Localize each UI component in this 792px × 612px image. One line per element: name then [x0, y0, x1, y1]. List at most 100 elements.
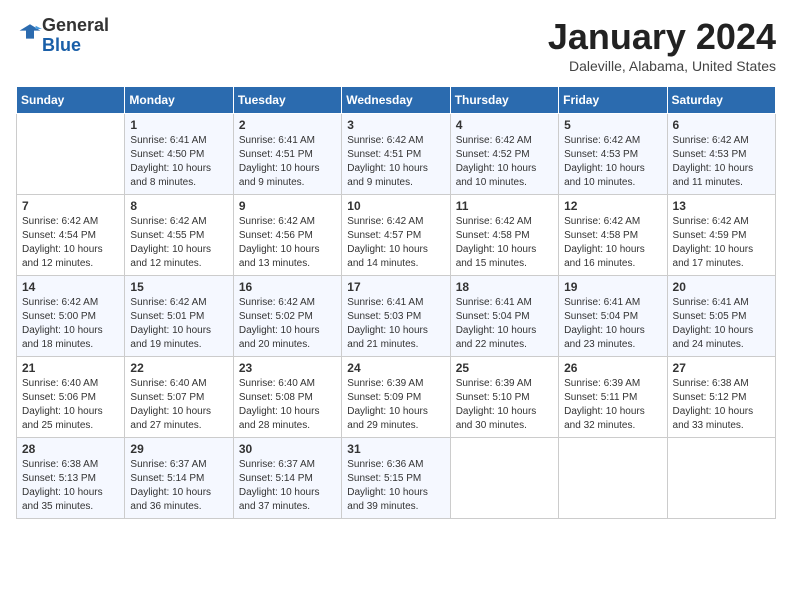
day-number: 31	[347, 442, 444, 456]
weekday-header: Saturday	[667, 87, 775, 114]
day-info: Sunrise: 6:41 AM Sunset: 5:04 PM Dayligh…	[456, 296, 553, 352]
day-info: Sunrise: 6:41 AM Sunset: 5:03 PM Dayligh…	[347, 296, 444, 352]
day-number: 30	[239, 442, 336, 456]
calendar-cell: 3 Sunrise: 6:42 AM Sunset: 4:51 PM Daylig…	[342, 114, 450, 195]
calendar-cell: 4Sunrise: 6:42 AM Sunset: 4:52 PM Daylig…	[450, 114, 558, 195]
day-info: Sunrise: 6:41 AM Sunset: 5:04 PM Dayligh…	[564, 296, 661, 352]
calendar-cell	[450, 438, 558, 519]
calendar-week-row: 28 Sunrise: 6:38 AM Sunset: 5:13 PM Dayli…	[17, 438, 776, 519]
calendar-cell: 27 Sunrise: 6:38 AM Sunset: 5:12 PM Dayli…	[667, 357, 775, 438]
day-number: 18	[456, 280, 553, 294]
logo-general-text: General	[42, 15, 109, 35]
day-info: Sunrise: 6:42 AM Sunset: 4:57 PM Dayligh…	[347, 215, 444, 271]
weekday-header: Friday	[559, 87, 667, 114]
day-info: Sunrise: 6:39 AM Sunset: 5:11 PM Dayligh…	[564, 377, 661, 433]
logo: General Blue	[16, 16, 109, 56]
calendar-cell: 17 Sunrise: 6:41 AM Sunset: 5:03 PM Dayli…	[342, 276, 450, 357]
location: Daleville, Alabama, United States	[548, 58, 776, 74]
calendar-cell: 28 Sunrise: 6:38 AM Sunset: 5:13 PM Dayli…	[17, 438, 125, 519]
day-info: Sunrise: 6:42 AM Sunset: 4:59 PM Dayligh…	[673, 215, 770, 271]
day-info: Sunrise: 6:41 AM Sunset: 4:50 PM Dayligh…	[130, 134, 227, 190]
calendar-cell: 29 Sunrise: 6:37 AM Sunset: 5:14 PM Dayli…	[125, 438, 233, 519]
calendar-cell	[17, 114, 125, 195]
calendar-cell: 25 Sunrise: 6:39 AM Sunset: 5:10 PM Dayli…	[450, 357, 558, 438]
weekday-header: Sunday	[17, 87, 125, 114]
month-title: January 2024	[548, 16, 776, 58]
title-block: January 2024 Daleville, Alabama, United …	[548, 16, 776, 74]
day-number: 1	[130, 118, 227, 132]
calendar-cell: 9 Sunrise: 6:42 AM Sunset: 4:56 PM Daylig…	[233, 195, 341, 276]
calendar-cell: 21 Sunrise: 6:40 AM Sunset: 5:06 PM Dayli…	[17, 357, 125, 438]
calendar-cell: 12 Sunrise: 6:42 AM Sunset: 4:58 PM Dayli…	[559, 195, 667, 276]
day-info: Sunrise: 6:42 AM Sunset: 4:56 PM Dayligh…	[239, 215, 336, 271]
day-number: 16	[239, 280, 336, 294]
day-info: Sunrise: 6:42 AM Sunset: 5:00 PM Dayligh…	[22, 296, 119, 352]
day-info: Sunrise: 6:37 AM Sunset: 5:14 PM Dayligh…	[130, 458, 227, 514]
day-number: 20	[673, 280, 770, 294]
day-info: Sunrise: 6:42 AM Sunset: 5:01 PM Dayligh…	[130, 296, 227, 352]
day-number: 4	[456, 118, 553, 132]
day-number: 27	[673, 361, 770, 375]
calendar-week-row: 7 Sunrise: 6:42 AM Sunset: 4:54 PM Daylig…	[17, 195, 776, 276]
day-number: 19	[564, 280, 661, 294]
day-number: 29	[130, 442, 227, 456]
day-number: 8	[130, 199, 227, 213]
calendar-week-row: 14 Sunrise: 6:42 AM Sunset: 5:00 PM Dayli…	[17, 276, 776, 357]
day-info: Sunrise: 6:40 AM Sunset: 5:07 PM Dayligh…	[130, 377, 227, 433]
day-info: Sunrise: 6:42 AM Sunset: 4:51 PM Dayligh…	[347, 134, 444, 190]
day-number: 13	[673, 199, 770, 213]
day-info: Sunrise: 6:42 AM Sunset: 4:54 PM Dayligh…	[22, 215, 119, 271]
calendar-cell: 19 Sunrise: 6:41 AM Sunset: 5:04 PM Dayli…	[559, 276, 667, 357]
day-number: 24	[347, 361, 444, 375]
day-info: Sunrise: 6:42 AM Sunset: 4:58 PM Dayligh…	[564, 215, 661, 271]
calendar-header-row: SundayMondayTuesdayWednesdayThursdayFrid…	[17, 87, 776, 114]
day-number: 7	[22, 199, 119, 213]
calendar-cell: 7 Sunrise: 6:42 AM Sunset: 4:54 PM Daylig…	[17, 195, 125, 276]
calendar-cell: 14 Sunrise: 6:42 AM Sunset: 5:00 PM Dayli…	[17, 276, 125, 357]
calendar-cell: 23 Sunrise: 6:40 AM Sunset: 5:08 PM Dayli…	[233, 357, 341, 438]
day-number: 23	[239, 361, 336, 375]
day-number: 2	[239, 118, 336, 132]
calendar-cell: 24 Sunrise: 6:39 AM Sunset: 5:09 PM Dayli…	[342, 357, 450, 438]
calendar-cell: 8Sunrise: 6:42 AM Sunset: 4:55 PM Daylig…	[125, 195, 233, 276]
calendar-cell	[559, 438, 667, 519]
day-number: 26	[564, 361, 661, 375]
calendar-cell: 31Sunrise: 6:36 AM Sunset: 5:15 PM Dayli…	[342, 438, 450, 519]
day-number: 15	[130, 280, 227, 294]
day-number: 28	[22, 442, 119, 456]
day-info: Sunrise: 6:39 AM Sunset: 5:10 PM Dayligh…	[456, 377, 553, 433]
day-info: Sunrise: 6:42 AM Sunset: 4:58 PM Dayligh…	[456, 215, 553, 271]
calendar-cell: 10Sunrise: 6:42 AM Sunset: 4:57 PM Dayli…	[342, 195, 450, 276]
day-number: 21	[22, 361, 119, 375]
day-info: Sunrise: 6:41 AM Sunset: 5:05 PM Dayligh…	[673, 296, 770, 352]
day-info: Sunrise: 6:40 AM Sunset: 5:06 PM Dayligh…	[22, 377, 119, 433]
day-info: Sunrise: 6:42 AM Sunset: 4:53 PM Dayligh…	[564, 134, 661, 190]
day-info: Sunrise: 6:42 AM Sunset: 5:02 PM Dayligh…	[239, 296, 336, 352]
logo-blue-text: Blue	[42, 35, 81, 55]
day-number: 12	[564, 199, 661, 213]
calendar-week-row: 1 Sunrise: 6:41 AM Sunset: 4:50 PM Daylig…	[17, 114, 776, 195]
calendar-cell: 22Sunrise: 6:40 AM Sunset: 5:07 PM Dayli…	[125, 357, 233, 438]
calendar-table: SundayMondayTuesdayWednesdayThursdayFrid…	[16, 86, 776, 519]
day-number: 25	[456, 361, 553, 375]
calendar-cell: 2Sunrise: 6:41 AM Sunset: 4:51 PM Daylig…	[233, 114, 341, 195]
day-number: 3	[347, 118, 444, 132]
day-info: Sunrise: 6:37 AM Sunset: 5:14 PM Dayligh…	[239, 458, 336, 514]
day-info: Sunrise: 6:38 AM Sunset: 5:12 PM Dayligh…	[673, 377, 770, 433]
calendar-cell: 11 Sunrise: 6:42 AM Sunset: 4:58 PM Dayli…	[450, 195, 558, 276]
day-info: Sunrise: 6:39 AM Sunset: 5:09 PM Dayligh…	[347, 377, 444, 433]
day-number: 17	[347, 280, 444, 294]
calendar-cell: 6Sunrise: 6:42 AM Sunset: 4:53 PM Daylig…	[667, 114, 775, 195]
calendar-cell: 18 Sunrise: 6:41 AM Sunset: 5:04 PM Dayli…	[450, 276, 558, 357]
weekday-header: Wednesday	[342, 87, 450, 114]
day-info: Sunrise: 6:42 AM Sunset: 4:53 PM Dayligh…	[673, 134, 770, 190]
day-number: 9	[239, 199, 336, 213]
day-number: 11	[456, 199, 553, 213]
day-info: Sunrise: 6:38 AM Sunset: 5:13 PM Dayligh…	[22, 458, 119, 514]
logo-bird-icon	[18, 21, 42, 45]
day-number: 14	[22, 280, 119, 294]
day-number: 5	[564, 118, 661, 132]
weekday-header: Monday	[125, 87, 233, 114]
day-info: Sunrise: 6:40 AM Sunset: 5:08 PM Dayligh…	[239, 377, 336, 433]
calendar-cell: 13 Sunrise: 6:42 AM Sunset: 4:59 PM Dayli…	[667, 195, 775, 276]
